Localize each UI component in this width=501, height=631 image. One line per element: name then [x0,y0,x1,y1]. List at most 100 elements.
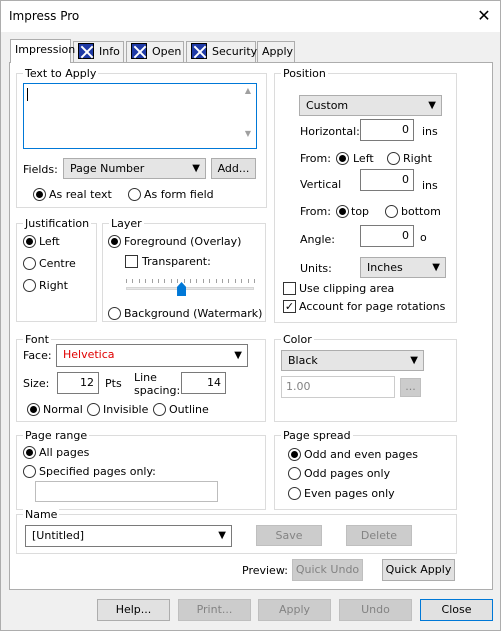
help-button[interactable]: Help... [97,599,170,621]
quick-undo-button[interactable]: Quick Undo [292,559,363,581]
tab-impression[interactable]: Impression [10,39,75,63]
x-box-icon [131,43,147,59]
apply-button[interactable]: Apply [258,599,331,621]
title-bar: Impress Pro ✕ [1,1,500,32]
tab-open[interactable]: Open [126,41,184,62]
from-top-radio[interactable] [336,205,349,218]
color-picker-button[interactable]: ... [400,378,421,397]
chevron-down-icon: ▼ [234,350,242,361]
as-real-text-label: As real text [49,188,112,201]
line-spacing-input[interactable]: 14 [181,372,226,394]
font-size-unit: Pts [105,377,122,390]
slider-tick [177,279,178,283]
font-invisible-label: Invisible [103,403,149,416]
slider-tick [209,279,210,283]
close-button[interactable]: Close [420,599,493,621]
preview-label: Preview: [242,564,288,577]
x-box-icon [78,43,94,59]
vertical-label: Vertical [300,178,342,191]
specified-pages-label: Specified pages only: [39,465,156,478]
tab-apply-label: Apply [262,45,294,58]
checkmark-icon: ✓ [284,300,295,313]
tab-security[interactable]: Security [186,41,258,62]
odd-pages-label: Odd pages only [304,467,391,480]
background-radio[interactable] [108,307,121,320]
odd-pages-radio[interactable] [288,467,301,480]
horizontal-unit: ins [422,125,438,138]
use-clipping-label: Use clipping area [299,282,395,295]
from-right-radio[interactable] [387,152,400,165]
scroll-up-icon[interactable]: ▲ [242,86,254,95]
transparency-slider-track[interactable] [126,287,254,290]
justify-left-radio[interactable] [23,235,36,248]
slider-tick [248,279,249,283]
font-normal-radio[interactable] [27,403,40,416]
page-range-legend: Page range [23,429,90,442]
chevron-down-icon: ▼ [410,355,418,366]
use-clipping-checkbox[interactable] [283,282,296,295]
slider-tick [158,279,159,283]
tab-apply[interactable]: Apply [257,41,295,62]
color-opacity-input[interactable]: 1.00 [281,376,395,398]
name-select[interactable]: [Untitled] ▼ [25,525,232,547]
as-real-text-radio[interactable] [33,188,46,201]
angle-input[interactable]: 0 [360,225,414,247]
specified-pages-input[interactable] [35,481,218,502]
specified-pages-radio[interactable] [23,465,36,478]
color-legend: Color [281,333,314,346]
quick-apply-button[interactable]: Quick Apply [382,559,455,581]
tab-security-label: Security [212,45,258,58]
font-outline-label: Outline [169,403,209,416]
fields-label: Fields: [23,163,58,176]
undo-button[interactable]: Undo [339,599,412,621]
as-form-field-label: As form field [144,188,214,201]
angle-unit: o [420,231,427,244]
print-button[interactable]: Print... [178,599,251,621]
tab-impression-label: Impression [15,43,76,56]
position-mode-select[interactable]: Custom ▼ [299,95,442,116]
justify-right-radio[interactable] [23,279,36,292]
font-outline-radio[interactable] [153,403,166,416]
font-face-select[interactable]: Helvetica ▼ [56,344,248,367]
even-pages-radio[interactable] [288,487,301,500]
text-to-apply-input[interactable]: ▲ ▼ [23,83,257,149]
font-invisible-radio[interactable] [87,403,100,416]
odd-even-pages-label: Odd and even pages [304,448,419,461]
line-spacing-label-2: spacing: [134,384,181,397]
slider-tick [132,279,133,283]
from-bottom-radio[interactable] [385,205,398,218]
transparent-checkbox[interactable] [125,255,138,268]
add-field-button[interactable]: Add... [211,158,256,179]
chevron-down-icon: ▼ [428,100,436,111]
from-left-radio[interactable] [336,152,349,165]
text-scrollbar[interactable]: ▲ ▼ [242,86,254,146]
chevron-down-icon: ▼ [192,163,200,174]
horizontal-input[interactable]: 0 [360,119,414,141]
position-mode-value: Custom [306,99,349,112]
position-legend: Position [281,67,328,80]
font-face-value: Helvetica [63,348,115,361]
units-select[interactable]: Inches ▼ [360,257,446,278]
slider-tick [126,279,127,283]
slider-tick [241,279,242,283]
vertical-unit: ins [422,179,438,192]
save-name-button[interactable]: Save [256,525,322,546]
from-bottom-label: bottom [401,205,441,218]
account-rotations-checkbox[interactable]: ✓ [283,300,296,313]
close-window-icon[interactable]: ✕ [471,4,497,28]
color-select[interactable]: Black ▼ [281,350,424,371]
all-pages-radio[interactable] [23,446,36,459]
account-rotations-label: Account for page rotations [299,300,446,313]
odd-even-pages-radio[interactable] [288,448,301,461]
tab-info[interactable]: Info [73,41,124,62]
font-size-input[interactable]: 12 [57,372,99,394]
justify-centre-radio[interactable] [23,257,36,270]
foreground-radio[interactable] [108,235,121,248]
delete-name-button[interactable]: Delete [346,525,412,546]
fields-select[interactable]: Page Number ▼ [63,158,206,179]
as-form-field-radio[interactable] [128,188,141,201]
scroll-down-icon[interactable]: ▼ [242,129,254,138]
vertical-input[interactable]: 0 [360,169,414,191]
from-left-label: Left [353,152,374,165]
slider-tick [139,279,140,283]
